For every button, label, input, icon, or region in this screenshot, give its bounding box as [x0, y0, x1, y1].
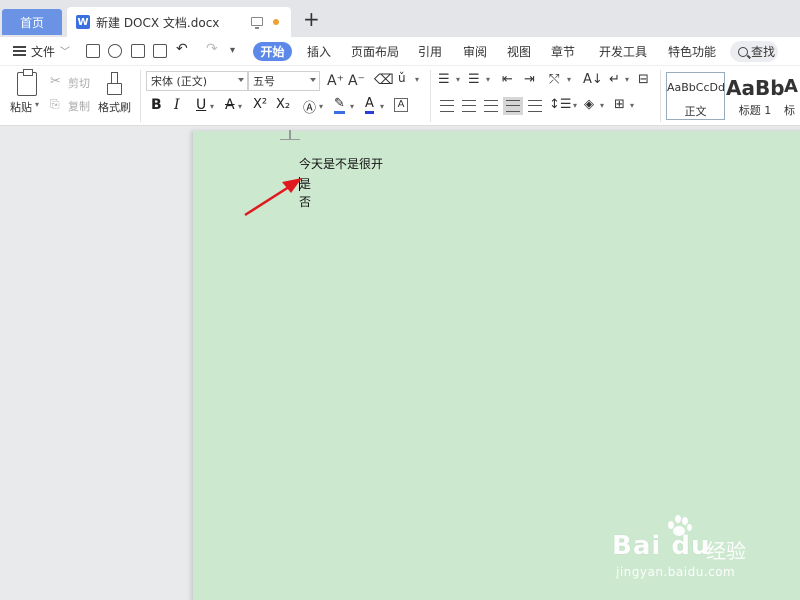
watermark-cn-text: 经验 — [706, 539, 746, 563]
watermark-url: jingyan.baidu.com — [616, 565, 736, 579]
annotation-arrow — [244, 178, 302, 217]
watermark-logo-text: Bai du — [612, 531, 711, 561]
baidu-jingyan-watermark: Bai du 经验 jingyan.baidu.com — [612, 515, 762, 585]
